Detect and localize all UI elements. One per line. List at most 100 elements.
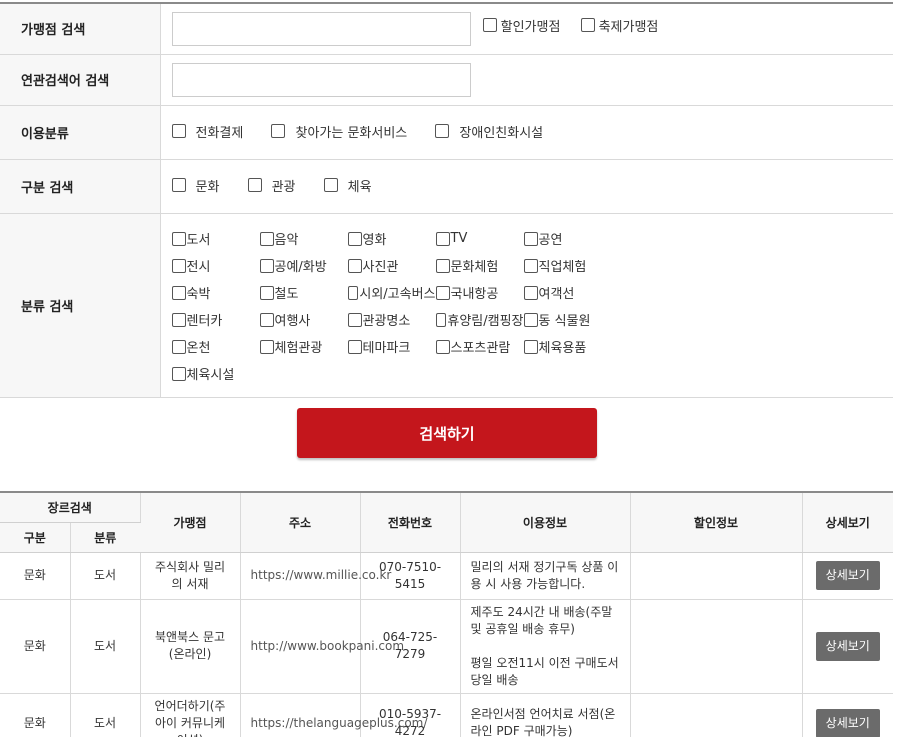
- checkbox-icon[interactable]: [523, 339, 538, 354]
- category-header: 분류: [70, 522, 141, 553]
- category-option-checkbox[interactable]: 도서: [171, 229, 260, 248]
- category-option-checkbox[interactable]: 음악: [259, 229, 348, 248]
- phone-header: 전화번호: [360, 492, 461, 553]
- checkbox-icon[interactable]: [171, 231, 186, 246]
- category-option-checkbox[interactable]: TV: [435, 229, 524, 248]
- checkbox-icon[interactable]: [247, 178, 262, 193]
- discount-cell: [630, 693, 803, 737]
- checkbox-icon[interactable]: [523, 285, 538, 300]
- category-option-checkbox[interactable]: 체육용품: [523, 337, 614, 356]
- category-option-checkbox[interactable]: 숙박: [171, 283, 260, 302]
- category-cell: 도서: [70, 599, 141, 694]
- usage-cell: 제주도 24시간 내 배송(주말 및 공휴일 배송 휴무) 평일 오전11시 이…: [460, 599, 631, 694]
- related-search-label: 연관검색어 검색: [0, 54, 161, 106]
- address-cell: https://www.millie.co.kr: [240, 552, 391, 600]
- discount-cell: [630, 599, 803, 694]
- checkbox-icon[interactable]: [347, 312, 362, 327]
- category-option-checkbox[interactable]: 휴양림/캠핑장: [435, 310, 524, 329]
- category-option-checkbox[interactable]: 공예/화방: [259, 256, 348, 275]
- category-option-checkbox[interactable]: 사진관: [347, 256, 436, 275]
- checkbox-icon[interactable]: [523, 258, 538, 273]
- checkbox-icon[interactable]: [259, 339, 274, 354]
- checkbox-icon[interactable]: [323, 178, 338, 193]
- category-option-checkbox[interactable]: 철도: [259, 283, 348, 302]
- checkbox-icon[interactable]: [259, 285, 274, 300]
- category-option-checkbox[interactable]: 스포츠관람: [435, 337, 524, 356]
- checkbox-icon[interactable]: [435, 124, 450, 139]
- category-option-checkbox[interactable]: 동 식물원: [523, 310, 614, 329]
- detail-cell: 상세보기: [802, 599, 894, 694]
- usage-category-label: 이용분류: [0, 105, 161, 160]
- discount-cell: [630, 552, 803, 600]
- category-option-checkbox[interactable]: 국내항공: [435, 283, 524, 302]
- category-option-checkbox[interactable]: 문화체험: [435, 256, 524, 275]
- festival-store-checkbox[interactable]: 축제가맹점: [580, 16, 658, 35]
- detail-cell: 상세보기: [802, 552, 894, 600]
- address-cell: https://thelanguageplus.com/: [240, 693, 427, 737]
- category-option-checkbox[interactable]: 체육시설: [171, 364, 260, 383]
- related-search-input[interactable]: [171, 62, 471, 97]
- category-option-checkbox[interactable]: 시외/고속버스: [347, 283, 436, 302]
- checkbox-icon[interactable]: [435, 258, 450, 273]
- detail-button[interactable]: 상세보기: [815, 708, 880, 737]
- category-option-checkbox[interactable]: 직업체험: [523, 256, 614, 275]
- discount-header: 할인정보: [630, 492, 803, 553]
- category-cell: 도서: [70, 693, 141, 737]
- store-search-input[interactable]: [171, 11, 471, 46]
- checkbox-icon[interactable]: [171, 285, 186, 300]
- category-option-checkbox[interactable]: 렌터카: [171, 310, 260, 329]
- detail-cell: 상세보기: [802, 693, 894, 737]
- table-row: 문화 도서 주식회사 밀리의 서재 https://www.millie.co.kr 0…: [0, 552, 894, 600]
- category-option-checkbox[interactable]: 전시: [171, 256, 260, 275]
- detail-header: 상세보기: [802, 492, 894, 553]
- checkbox-icon[interactable]: [347, 231, 362, 246]
- category-option-checkbox[interactable]: 관광명소: [347, 310, 436, 329]
- checkbox-icon[interactable]: [259, 312, 274, 327]
- usage-cell: 밀리의 서재 정기구독 상품 이용 시 사용 가능합니다.: [460, 552, 631, 600]
- checkbox-icon[interactable]: [482, 18, 497, 33]
- checkbox-icon[interactable]: [259, 231, 274, 246]
- checkbox-icon[interactable]: [171, 312, 186, 327]
- division-header: 구분: [0, 522, 71, 553]
- accessible-facility-checkbox[interactable]: 장애인친화시설: [435, 122, 543, 141]
- category-option-checkbox[interactable]: 온천: [171, 337, 260, 356]
- checkbox-icon[interactable]: [347, 285, 359, 300]
- store-search-label: 가맹점 검색: [0, 3, 161, 55]
- category-option-checkbox[interactable]: 여객선: [523, 283, 614, 302]
- category-option-checkbox[interactable]: 테마파크: [347, 337, 436, 356]
- detail-button[interactable]: 상세보기: [815, 561, 880, 590]
- checkbox-icon[interactable]: [580, 18, 595, 33]
- checkbox-icon[interactable]: [171, 258, 186, 273]
- category-option-checkbox[interactable]: 여행사: [259, 310, 348, 329]
- checkbox-icon[interactable]: [171, 366, 186, 381]
- checkbox-icon[interactable]: [171, 124, 186, 139]
- checkbox-icon[interactable]: [435, 339, 450, 354]
- category-option-checkbox[interactable]: 영화: [347, 229, 436, 248]
- visiting-service-checkbox[interactable]: 찾아가는 문화서비스: [271, 122, 407, 141]
- checkbox-icon[interactable]: [435, 285, 450, 300]
- checkbox-icon[interactable]: [523, 231, 538, 246]
- division-culture-checkbox[interactable]: 문화: [171, 176, 219, 195]
- division-sports-checkbox[interactable]: 체육: [323, 176, 372, 195]
- checkbox-icon[interactable]: [259, 258, 274, 273]
- checkbox-icon[interactable]: [347, 339, 362, 354]
- search-button[interactable]: 검색하기: [297, 408, 597, 458]
- category-search-label: 분류 검색: [0, 213, 161, 398]
- checkbox-icon[interactable]: [435, 312, 447, 327]
- category-option-checkbox[interactable]: 체험관광: [259, 337, 348, 356]
- discount-store-checkbox[interactable]: 할인가맹점: [482, 16, 560, 35]
- checkbox-icon[interactable]: [171, 339, 186, 354]
- division-tourism-checkbox[interactable]: 관광: [247, 176, 295, 195]
- category-option-checkbox[interactable]: 공연: [523, 229, 614, 248]
- division-search-label: 구분 검색: [0, 159, 161, 214]
- checkbox-icon[interactable]: [435, 231, 450, 246]
- checkbox-icon[interactable]: [523, 312, 538, 327]
- results-table: 장르검색 가맹점 주소 전화번호 이용정보 할인정보 상세보기 구분 분류 문화…: [0, 491, 894, 737]
- detail-button[interactable]: 상세보기: [815, 631, 880, 661]
- checkbox-icon[interactable]: [171, 178, 186, 193]
- checkbox-icon[interactable]: [271, 124, 286, 139]
- address-cell: http://www.bookpani.com: [240, 599, 404, 694]
- phone-payment-checkbox[interactable]: 전화결제: [171, 122, 243, 141]
- store-cell: 북앤북스 문고(온라인): [140, 599, 241, 694]
- checkbox-icon[interactable]: [347, 258, 362, 273]
